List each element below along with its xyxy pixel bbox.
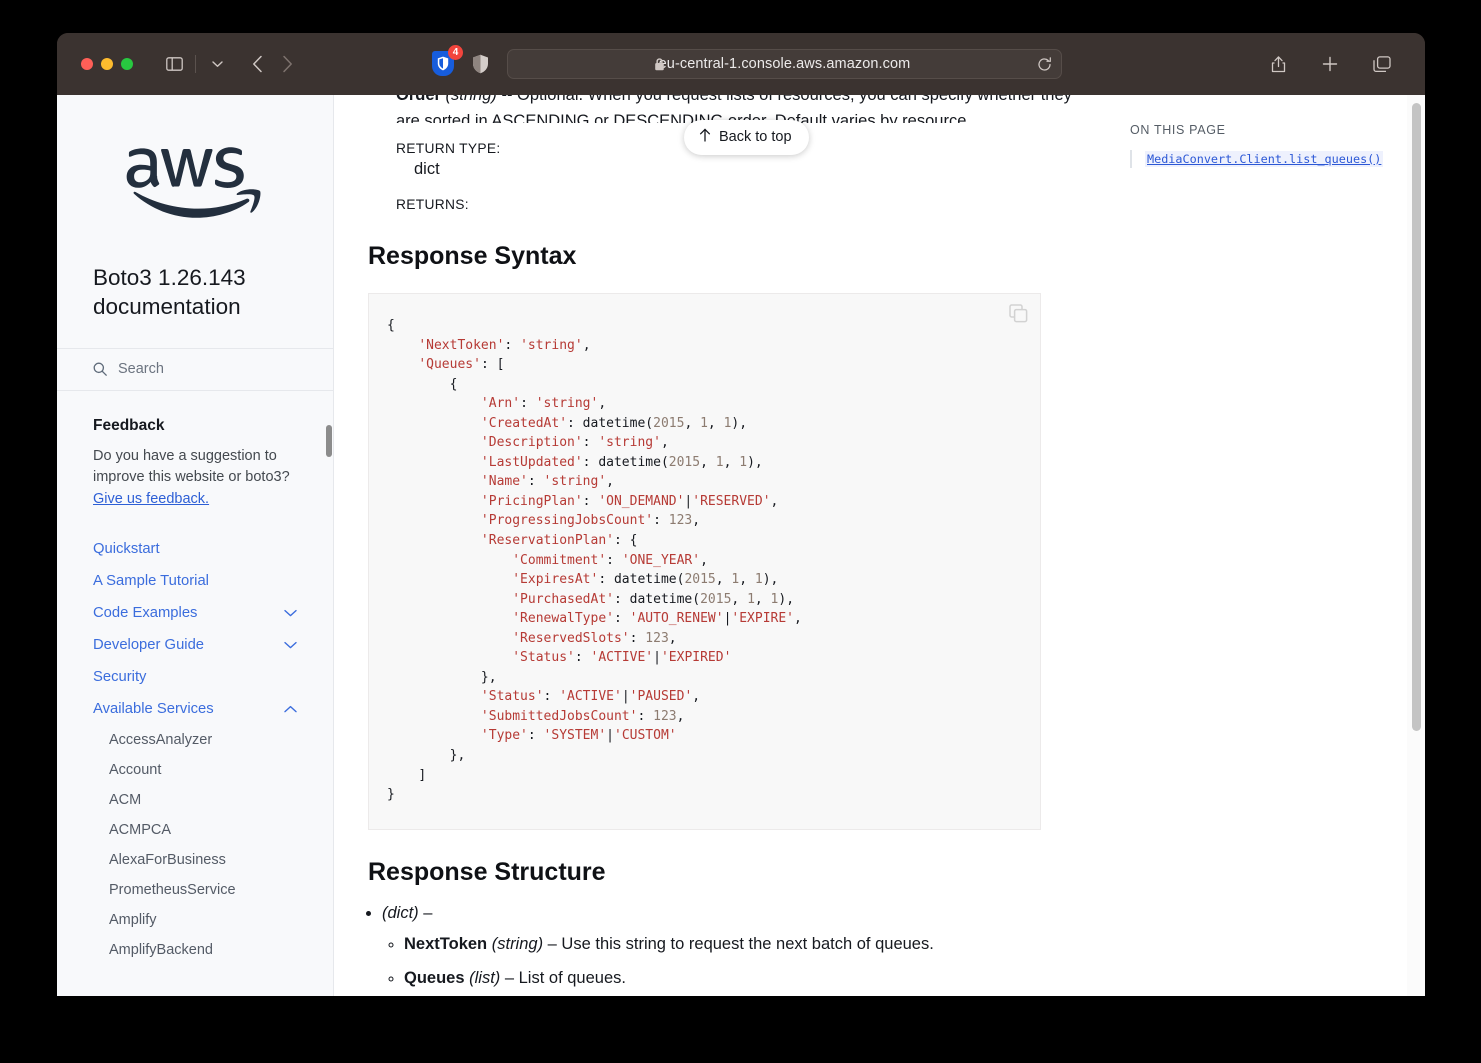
sidebar-nav: Quickstart A Sample Tutorial Code Exampl…: [57, 511, 333, 965]
sidebar-item-developer-guide[interactable]: Developer Guide: [57, 629, 333, 661]
response-syntax-code: { 'NextToken': 'string', 'Queues': [ { '…: [387, 318, 802, 803]
page-viewport: Boto3 1.26.143 documentation Feedback Do…: [57, 95, 1425, 996]
window-controls[interactable]: [81, 58, 133, 70]
back-to-top-button[interactable]: Back to top: [684, 120, 809, 155]
sidebar-item-a-sample-tutorial[interactable]: A Sample Tutorial: [57, 565, 333, 597]
param-name: Order: [396, 95, 441, 104]
sidebar-item-amplifybackend[interactable]: AmplifyBackend: [57, 935, 333, 965]
back-button[interactable]: [242, 50, 272, 78]
sidebar-toggle-icon[interactable]: [159, 50, 189, 78]
back-to-top-label: Back to top: [719, 129, 792, 145]
address-bar-container: eu-central-1.console.aws.amazon.com: [507, 49, 1062, 79]
extensions-area: 4: [432, 45, 489, 77]
bitwarden-extension-button[interactable]: 4: [432, 45, 463, 77]
response-structure-list: (dict) – NextToken (string) – Use this s…: [382, 901, 1407, 996]
chevron-up-icon[interactable]: [284, 705, 297, 713]
returns-label: RETURNS:: [396, 197, 469, 212]
root-dash: –: [423, 903, 433, 922]
on-this-page-toc: ON THIS PAGE MediaConvert.Client.list_qu…: [1130, 123, 1384, 168]
browser-window: 4 eu-central-1.console.aws.amazon.com Bo…: [57, 33, 1425, 996]
sidebar-scrollbar[interactable]: [325, 95, 333, 996]
sidebar-item-label: Quickstart: [93, 540, 160, 557]
doc-content: Order (string) Order (string) -- Optiona…: [334, 95, 1407, 996]
field-desc: – List of queues.: [504, 968, 626, 987]
sidebar-item-acmpca[interactable]: ACMPCA: [57, 815, 333, 845]
browser-toolbar: 4 eu-central-1.console.aws.amazon.com: [57, 33, 1425, 95]
toolbar-divider: [195, 55, 196, 73]
url-text: eu-central-1.console.aws.amazon.com: [658, 56, 911, 72]
sidebar-item-amplify[interactable]: Amplify: [57, 905, 333, 935]
page-scrollbar[interactable]: [1407, 95, 1425, 996]
extension-badge-count: 4: [448, 45, 463, 60]
chevron-down-icon[interactable]: [284, 641, 297, 649]
root-type: (dict): [382, 903, 419, 922]
close-window-button[interactable]: [81, 58, 93, 70]
toolbar-right-icons: [1263, 50, 1397, 78]
privacy-shield-extension-button[interactable]: [472, 54, 489, 74]
field-name: NextToken: [404, 935, 488, 954]
field-desc: – Use this string to request the next ba…: [547, 935, 934, 954]
arrow-up-icon: [699, 128, 711, 146]
feedback-heading: Feedback: [93, 416, 165, 434]
return-type-value: dict: [414, 160, 440, 178]
address-bar[interactable]: eu-central-1.console.aws.amazon.com: [507, 49, 1062, 79]
sidebar-item-label: Code Examples: [93, 604, 198, 621]
param-type: (string): [445, 95, 497, 104]
response-structure-heading: Response Structure: [368, 857, 606, 886]
feedback-text: Do you have a suggestion to improve this…: [93, 446, 297, 511]
tab-overview-icon[interactable]: [1367, 50, 1397, 78]
field-name: Queues: [404, 968, 465, 987]
sidebar-item-label: Available Services: [93, 700, 214, 717]
docs-sidebar: Boto3 1.26.143 documentation Feedback Do…: [57, 95, 334, 996]
clipped-paragraph: Order (string) Order (string) -- Optiona…: [396, 95, 1086, 123]
aws-logo[interactable]: [57, 95, 333, 226]
chevron-down-icon[interactable]: [284, 609, 297, 617]
sidebar-item-acm[interactable]: ACM: [57, 785, 333, 815]
maximize-window-button[interactable]: [121, 58, 133, 70]
clipped-text-visible: -- Optional. When you request lists of r…: [396, 95, 1072, 123]
field-type: (list): [469, 968, 501, 987]
site-title: Boto3 1.26.143 documentation: [93, 265, 246, 319]
sidebar-scrollbar-thumb[interactable]: [326, 425, 332, 457]
response-structure-sublist: NextToken (string) – Use this string to …: [404, 932, 1407, 996]
code-block: { 'NextToken': 'string', 'Queues': [ { '…: [368, 293, 1041, 830]
page-scrollbar-thumb[interactable]: [1412, 103, 1421, 731]
sidebar-item-code-examples[interactable]: Code Examples: [57, 597, 333, 629]
chevron-down-icon[interactable]: [202, 50, 232, 78]
sidebar-item-available-services[interactable]: Available Services: [57, 693, 333, 725]
sidebar-item-security[interactable]: Security: [57, 661, 333, 693]
toc-list: MediaConvert.Client.list_queues(): [1130, 150, 1384, 168]
search-box[interactable]: [57, 347, 333, 391]
plus-icon[interactable]: [1315, 50, 1345, 78]
feedback-section: Feedback Do you have a suggestion to imp…: [57, 391, 333, 511]
toc-title: ON THIS PAGE: [1130, 123, 1226, 137]
feedback-description: Do you have a suggestion to improve this…: [93, 447, 290, 486]
sidebar-item-accessanalyzer[interactable]: AccessAnalyzer: [57, 725, 333, 755]
feedback-link[interactable]: Give us feedback.: [93, 491, 209, 507]
copy-icon[interactable]: [1009, 304, 1028, 328]
sidebar-item-label: Developer Guide: [93, 636, 205, 653]
reload-icon[interactable]: [1037, 56, 1052, 72]
list-item: Queues (list) – List of queues. (dict) –…: [404, 966, 1407, 996]
response-syntax-heading: Response Syntax: [368, 242, 577, 270]
toc-link-list-queues[interactable]: MediaConvert.Client.list_queues(): [1145, 151, 1384, 167]
lock-icon: [654, 57, 665, 71]
list-item: NextToken (string) – Use this string to …: [404, 932, 1407, 958]
sidebar-item-quickstart[interactable]: Quickstart: [57, 533, 333, 565]
search-icon: [93, 362, 107, 376]
sidebar-item-account[interactable]: Account: [57, 755, 333, 785]
list-item: (dict) – NextToken (string) – Use this s…: [382, 901, 1407, 996]
content-area: Order (string) Order (string) -- Optiona…: [334, 95, 1425, 996]
sidebar-item-alexaforbusiness[interactable]: AlexaForBusiness: [57, 845, 333, 875]
sidebar-item-label: A Sample Tutorial: [93, 572, 209, 589]
minimize-window-button[interactable]: [101, 58, 113, 70]
field-type: (string): [491, 935, 544, 954]
forward-button: [272, 50, 302, 78]
sidebar-item-prometheusservice[interactable]: PrometheusService: [57, 875, 333, 905]
search-input[interactable]: [118, 361, 288, 378]
sidebar-item-label: Security: [93, 668, 147, 685]
share-icon[interactable]: [1263, 50, 1293, 78]
sidebar-controls: [133, 50, 232, 78]
